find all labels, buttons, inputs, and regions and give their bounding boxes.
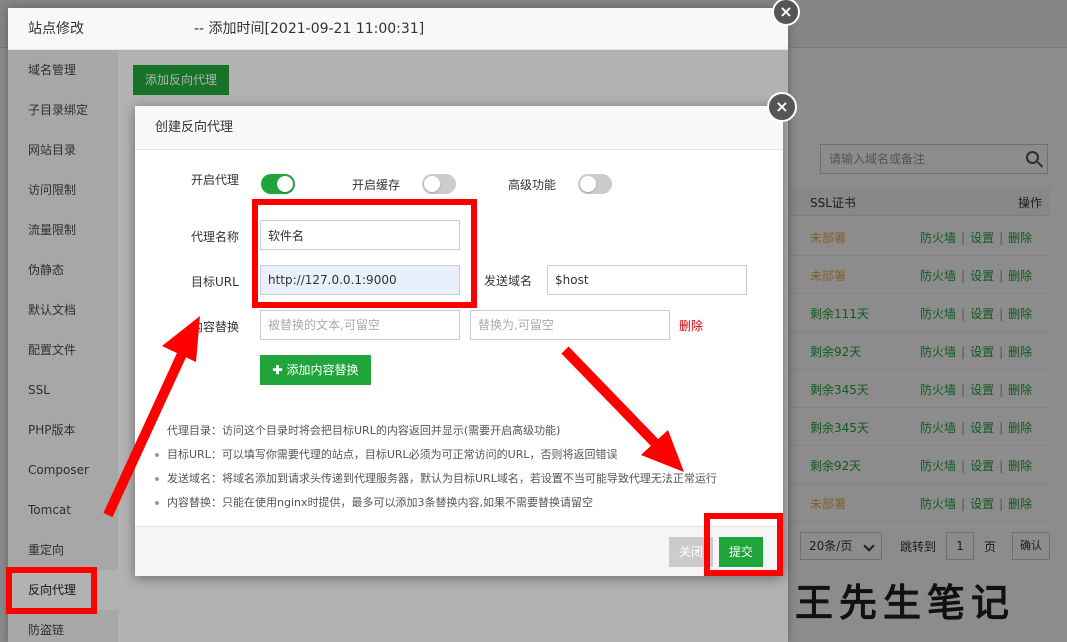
- annotation-box-submit: [704, 513, 783, 576]
- note-item: 目标URL：可以填写你需要代理的站点，目标URL必须为可正常访问的URL，否则将…: [155, 443, 775, 467]
- plus-icon: ✚: [272, 363, 283, 377]
- send-domain-label: 发送域名: [484, 274, 533, 288]
- dialog-title: 创建反向代理: [135, 106, 783, 150]
- content-replace-label: 内容替换: [191, 320, 240, 334]
- annotation-box-reverse-proxy-menu: [6, 567, 97, 614]
- enable-cache-toggle[interactable]: [422, 174, 456, 194]
- site-edit-title-suffix: -- 添加时间[2021-09-21 11:00:31]: [194, 21, 425, 37]
- create-proxy-dialog: 创建反向代理 × 开启代理 开启缓存 高级功能 代理名称 目标URL 发送域名 …: [135, 92, 797, 576]
- send-domain-input[interactable]: [547, 265, 747, 295]
- add-content-replace-label: 添加内容替换: [286, 363, 359, 377]
- replace-from-input[interactable]: [260, 310, 460, 340]
- target-url-label: 目标URL: [191, 275, 239, 289]
- enable-cache-label: 开启缓存: [352, 178, 401, 192]
- dialog-footer: 关闭 提交: [135, 526, 783, 576]
- delete-replace-link[interactable]: 删除: [679, 317, 703, 334]
- proxy-name-label: 代理名称: [191, 230, 240, 244]
- advanced-label: 高级功能: [508, 178, 557, 192]
- site-edit-title-prefix: 站点修改: [28, 21, 84, 37]
- dialog-close-icon[interactable]: ×: [767, 92, 797, 122]
- site-edit-title: 站点修改 -- 添加时间[2021-09-21 11:00:31]: [8, 8, 788, 50]
- replace-to-input[interactable]: [470, 310, 670, 340]
- note-item: 内容替换：只能在使用nginx时提供，最多可以添加3条替换内容,如果不需要替换请…: [155, 491, 775, 515]
- add-content-replace-button[interactable]: ✚ 添加内容替换: [260, 355, 371, 385]
- help-notes: 代理目录：访问这个目录时将会把目标URL的内容返回并显示(需要开启高级功能) 目…: [155, 419, 775, 515]
- enable-proxy-toggle[interactable]: [261, 174, 295, 194]
- note-item: 发送域名：将域名添加到请求头传递到代理服务器，默认为目标URL域名，若设置不当可…: [155, 467, 775, 491]
- note-item: 代理目录：访问这个目录时将会把目标URL的内容返回并显示(需要开启高级功能): [167, 424, 561, 437]
- annotation-box-name-url: [252, 199, 477, 308]
- advanced-toggle[interactable]: [578, 174, 612, 194]
- watermark-text: 王先生笔记: [795, 580, 1016, 625]
- enable-proxy-label: 开启代理: [191, 173, 240, 187]
